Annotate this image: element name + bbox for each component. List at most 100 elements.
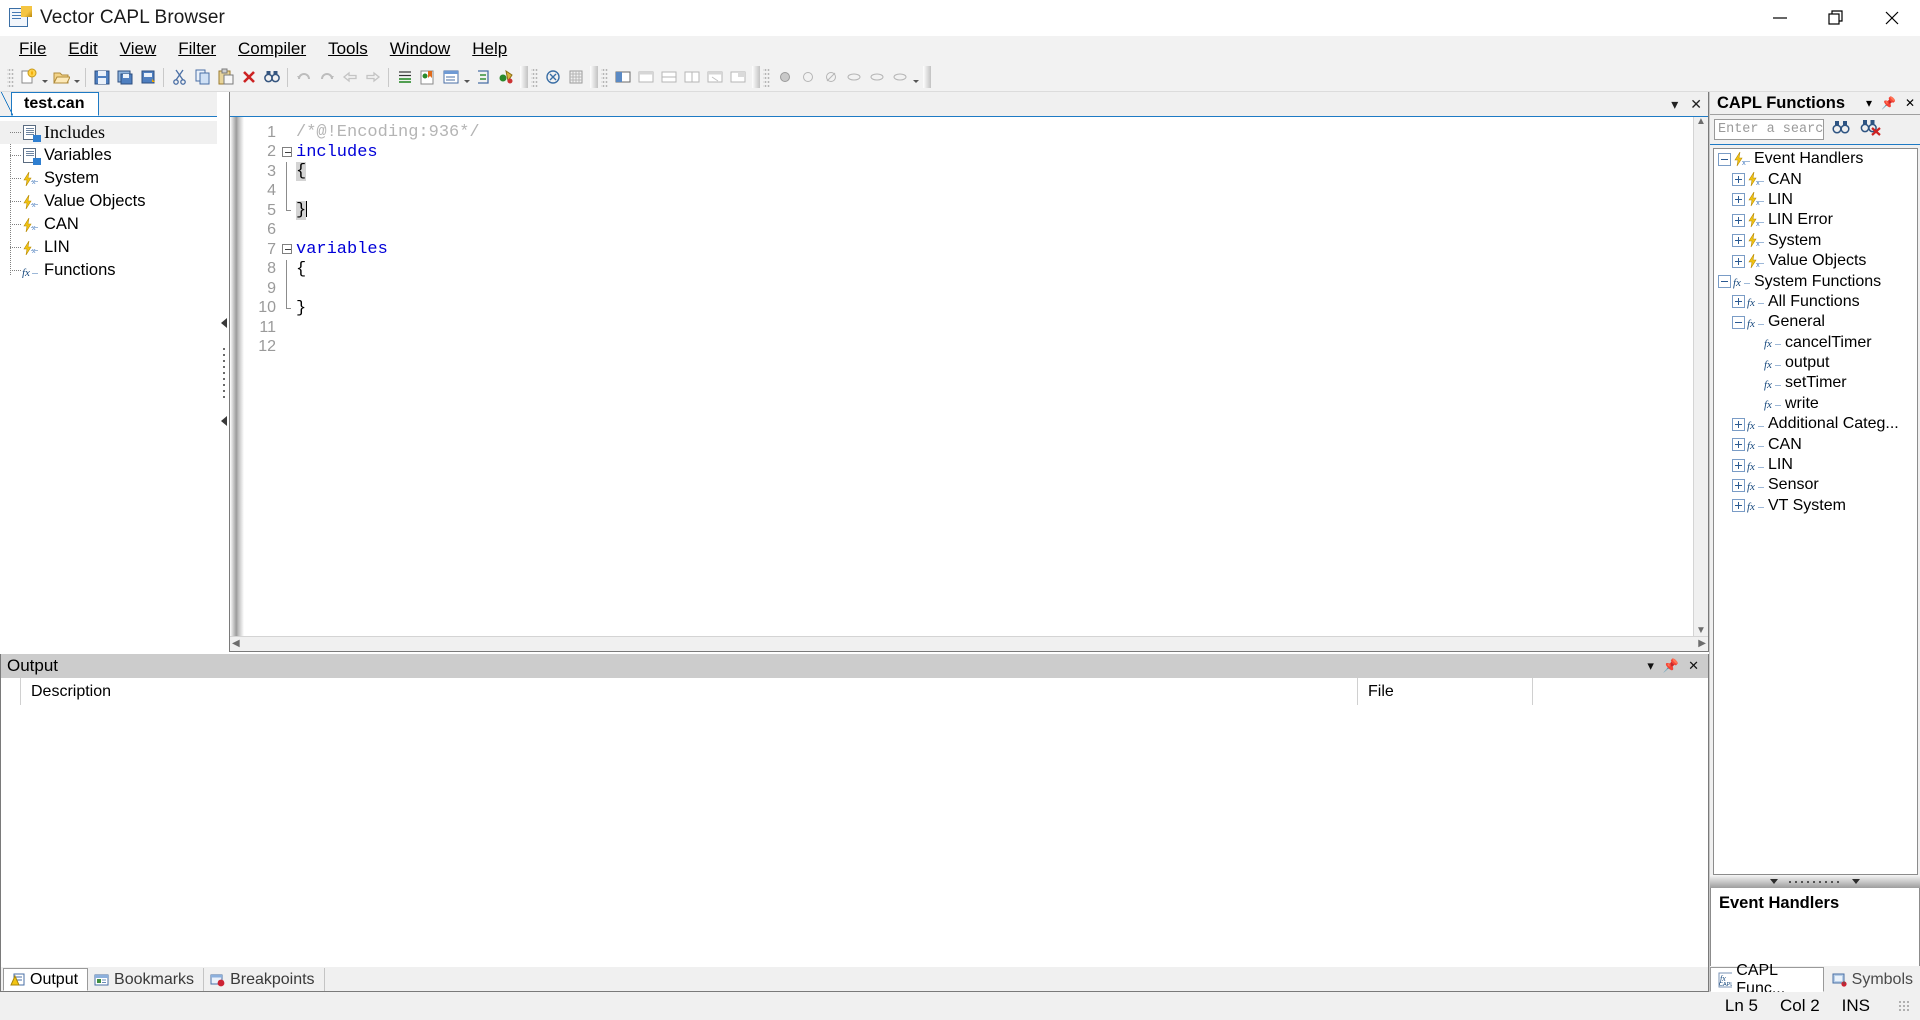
tree-item-includes[interactable]: Includes bbox=[0, 121, 217, 144]
toolbar-overflow-handle[interactable] bbox=[923, 66, 931, 88]
tree-item-variables[interactable]: Variables bbox=[0, 144, 217, 167]
minimize-button[interactable] bbox=[1752, 0, 1808, 36]
indent-icon[interactable] bbox=[393, 66, 416, 89]
capl-functions-splitter[interactable] bbox=[1710, 875, 1920, 888]
capl-tree-item-canceltimer[interactable]: fx cancelTimer bbox=[1714, 333, 1917, 353]
expand-toggle-icon[interactable] bbox=[1732, 173, 1745, 187]
capl-tree-item-event-handlers[interactable]: x Event Handlers bbox=[1714, 149, 1917, 169]
menu-help[interactable]: Help bbox=[461, 36, 518, 62]
capl-tree-item-write[interactable]: fx write bbox=[1714, 394, 1917, 414]
breakpoint-disable-icon[interactable] bbox=[796, 66, 819, 89]
splitter-collapse-up-icon[interactable] bbox=[220, 318, 227, 328]
fold-margin[interactable] bbox=[280, 201, 294, 221]
capl-tree-item-general[interactable]: fx General bbox=[1714, 312, 1917, 332]
tree-item-functions[interactable]: fx Functions bbox=[0, 259, 217, 282]
paste-icon[interactable] bbox=[214, 66, 237, 89]
expand-toggle-icon[interactable] bbox=[1732, 213, 1745, 227]
undo-icon[interactable] bbox=[292, 66, 315, 89]
find-icon[interactable] bbox=[260, 66, 283, 89]
splitter-grip[interactable] bbox=[221, 346, 226, 398]
menu-edit[interactable]: Edit bbox=[57, 36, 108, 62]
fold-margin[interactable] bbox=[280, 279, 294, 299]
editor-horizontal-scrollbar[interactable]: ◀ ▶ bbox=[230, 636, 1708, 651]
window-h-icon[interactable] bbox=[657, 66, 680, 89]
fold-margin[interactable] bbox=[280, 318, 294, 338]
restore-button[interactable] bbox=[1808, 0, 1864, 36]
toolbar-grip[interactable] bbox=[763, 67, 770, 87]
scroll-right-icon[interactable]: ▶ bbox=[1698, 639, 1706, 649]
save-copy-icon[interactable] bbox=[136, 66, 159, 89]
fold-margin[interactable] bbox=[280, 221, 294, 241]
window-cascade-icon[interactable] bbox=[634, 66, 657, 89]
fold-margin[interactable] bbox=[280, 338, 294, 358]
document-tab-test-can[interactable]: test.can bbox=[0, 92, 100, 116]
tree-item-can[interactable]: x CAN bbox=[0, 213, 217, 236]
capl-functions-tree[interactable]: x Event Handlers x CAN x LIN x LIN Error bbox=[1713, 148, 1918, 875]
breakpoint-icon[interactable] bbox=[773, 66, 796, 89]
tree-item-value-objects[interactable]: x Value Objects bbox=[0, 190, 217, 213]
toolbar-overflow-handle[interactable] bbox=[520, 66, 528, 88]
splitter-collapse-down-icon[interactable] bbox=[220, 416, 227, 426]
comment-icon[interactable] bbox=[439, 66, 462, 89]
toolbar-overflow-handle[interactable] bbox=[752, 66, 760, 88]
bookmark-icon[interactable] bbox=[416, 66, 439, 89]
run-icon[interactable] bbox=[865, 66, 888, 89]
collapse-toggle-icon[interactable] bbox=[1718, 152, 1731, 166]
capl-tree-item-lin-functions[interactable]: fx LIN bbox=[1714, 455, 1917, 475]
window-arrange-icon[interactable] bbox=[726, 66, 749, 89]
window-tile-icon[interactable] bbox=[611, 66, 634, 89]
capl-tree-item-value-objects[interactable]: x Value Objects bbox=[1714, 251, 1917, 271]
pin-icon[interactable]: 📌 bbox=[1881, 96, 1896, 110]
debug-icon[interactable] bbox=[564, 66, 587, 89]
menu-filter[interactable]: Filter bbox=[167, 36, 227, 62]
search-combobox[interactable]: Enter a search ▾ bbox=[1714, 119, 1824, 140]
fold-margin[interactable] bbox=[280, 143, 294, 163]
pin-icon[interactable]: 📌 bbox=[1663, 658, 1679, 674]
tab-breakpoints[interactable]: Breakpoints bbox=[204, 968, 325, 991]
output-column-description[interactable]: Description bbox=[21, 678, 1358, 705]
breakpoint-clear-icon[interactable] bbox=[819, 66, 842, 89]
capl-tree-item-can-functions[interactable]: fx CAN bbox=[1714, 434, 1917, 454]
capl-tree-item-additional-categories[interactable]: fx Additional Categ... bbox=[1714, 414, 1917, 434]
close-icon[interactable]: ✕ bbox=[1688, 658, 1699, 674]
tab-bookmarks[interactable]: Bookmarks bbox=[88, 968, 205, 991]
collapse-toggle-icon[interactable] bbox=[1718, 275, 1731, 289]
editor-close-icon[interactable]: ✕ bbox=[1690, 96, 1702, 113]
fold-margin[interactable] bbox=[280, 162, 294, 182]
collapse-toggle-icon[interactable] bbox=[1732, 315, 1745, 329]
capl-tree-item-vt-system[interactable]: fx VT System bbox=[1714, 496, 1917, 516]
menu-view[interactable]: View bbox=[109, 36, 168, 62]
capl-tree-item-system[interactable]: x System bbox=[1714, 231, 1917, 251]
capl-tree-item-output[interactable]: fx output bbox=[1714, 353, 1917, 373]
cut-icon[interactable] bbox=[168, 66, 191, 89]
copy-icon[interactable] bbox=[191, 66, 214, 89]
close-icon[interactable]: ✕ bbox=[1905, 96, 1915, 110]
capl-tree-item-system-functions[interactable]: fx System Functions bbox=[1714, 271, 1917, 291]
editor-text-area[interactable]: 1 /*@!Encoding:936*/ 2 includes 3 {4 5 … bbox=[244, 117, 1693, 636]
capl-tree-item-sensor[interactable]: fx Sensor bbox=[1714, 475, 1917, 495]
find-icon[interactable] bbox=[1831, 118, 1852, 141]
window-close-icon[interactable] bbox=[703, 66, 726, 89]
capl-tree-item-can[interactable]: x CAN bbox=[1714, 169, 1917, 189]
close-button[interactable] bbox=[1864, 0, 1920, 36]
capl-tree-item-lin[interactable]: x LIN bbox=[1714, 190, 1917, 210]
expand-toggle-icon[interactable] bbox=[1732, 193, 1745, 207]
save-all-icon[interactable] bbox=[113, 66, 136, 89]
fold-margin[interactable] bbox=[280, 123, 294, 143]
menu-file[interactable]: File bbox=[8, 36, 57, 62]
uncomment-icon[interactable] bbox=[471, 66, 494, 89]
expand-toggle-icon[interactable] bbox=[1732, 254, 1745, 268]
capl-tree-item-lin-error[interactable]: x LIN Error bbox=[1714, 210, 1917, 230]
stop-icon[interactable] bbox=[888, 66, 911, 89]
tree-item-lin[interactable]: x LIN bbox=[0, 236, 217, 259]
toolbar-grip[interactable] bbox=[7, 67, 14, 87]
redo-icon[interactable] bbox=[315, 66, 338, 89]
chevron-down-icon[interactable]: ▾ bbox=[1647, 658, 1654, 674]
fold-margin[interactable] bbox=[280, 181, 294, 201]
toolbar-grip[interactable] bbox=[531, 67, 538, 87]
toolbar-grip[interactable] bbox=[601, 67, 608, 87]
capl-tree-item-settimer[interactable]: fx setTimer bbox=[1714, 373, 1917, 393]
tab-output[interactable]: Output bbox=[3, 968, 89, 991]
tab-capl-functions[interactable]: fx CAPL CAPL Func... bbox=[1710, 962, 1824, 997]
find-clear-icon[interactable] bbox=[1859, 118, 1882, 141]
